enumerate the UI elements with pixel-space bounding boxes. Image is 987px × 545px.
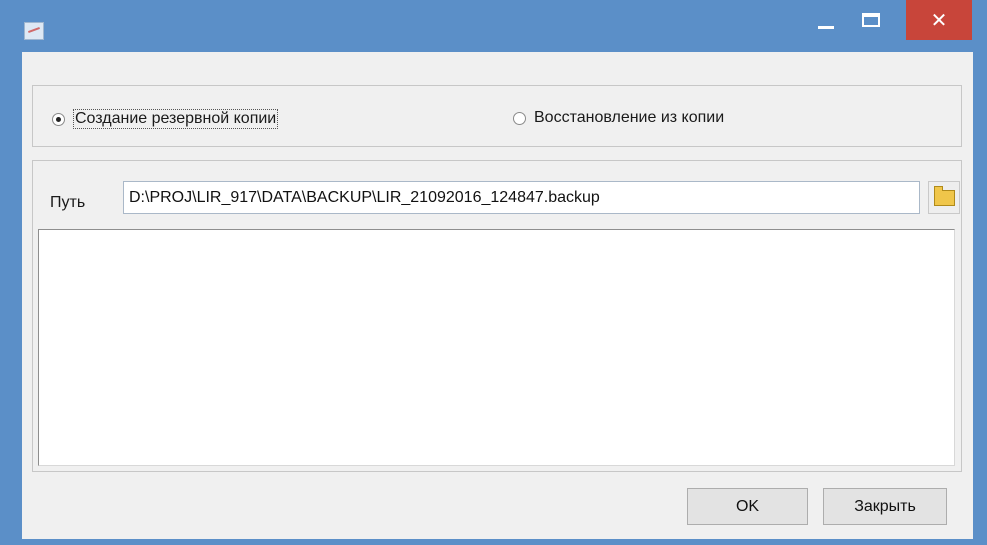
log-output-area[interactable] [38,229,955,466]
path-input[interactable] [123,181,920,214]
ok-button[interactable]: OK [687,488,808,525]
close-window-button[interactable]: ✕ [906,0,972,40]
maximize-icon [862,13,880,27]
close-button[interactable]: Закрыть [823,488,947,525]
minimize-button[interactable] [804,0,848,40]
mode-group: Создание резервной копии Восстановление … [32,85,962,147]
backup-radio-label[interactable]: Создание резервной копии [73,109,279,129]
maximize-button[interactable] [848,0,894,40]
minimize-icon [818,25,834,29]
browse-folder-button[interactable] [928,181,960,214]
folder-icon [934,186,955,206]
backup-radio[interactable]: Создание резервной копии [52,109,279,129]
restore-radio-indicator[interactable] [513,111,526,125]
restore-radio-label[interactable]: Восстановление из копии [534,109,724,127]
app-icon [24,22,44,40]
dialog-client-area: Создание резервной копии Восстановление … [22,52,973,539]
path-label: Путь [50,194,86,211]
restore-radio[interactable]: Восстановление из копии [513,109,724,127]
backup-dialog-window: ✕ Создание резервной копии Восстановлени… [0,0,987,545]
close-icon: ✕ [930,8,948,32]
backup-radio-indicator[interactable] [52,112,65,126]
path-panel: Путь [32,160,962,472]
title-bar[interactable]: ✕ [0,0,987,50]
